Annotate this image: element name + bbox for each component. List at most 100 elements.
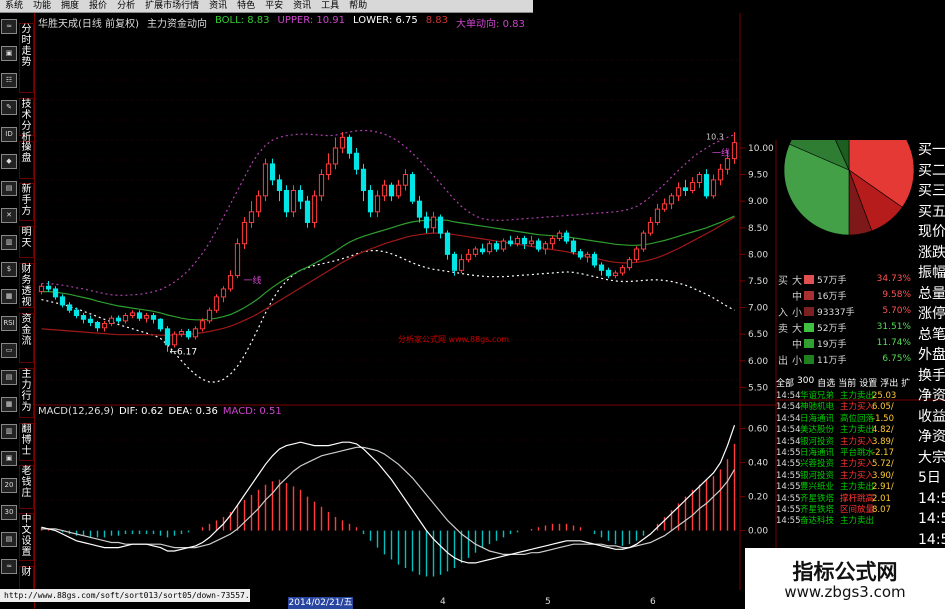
monitor-tab-4[interactable]: 设置: [859, 376, 877, 390]
candle-body: [451, 253, 458, 271]
candle-body: [661, 203, 668, 210]
monitor-tab-6[interactable]: 扩: [901, 376, 910, 390]
trade-row[interactable]: 14:55 日海通讯 平台跳水 -2.17: [776, 448, 921, 459]
candle-body: [542, 243, 549, 250]
candle-body: [703, 174, 710, 197]
quote-label-16: 5日: [918, 470, 941, 486]
quote-label-10: 外盘: [918, 347, 945, 363]
high-price-label: 10.3: [706, 132, 724, 141]
flow-percent: 9.58%: [882, 290, 911, 300]
trade-stock: 日海通讯: [800, 413, 835, 424]
trade-action: 平台跳水: [840, 447, 875, 458]
trade-time: 14:55: [776, 482, 801, 493]
candle-body: [556, 232, 563, 239]
candle-body: [388, 184, 395, 197]
trade-row[interactable]: 14:55 兴蓉投资 主力买入 5.72/: [776, 459, 921, 470]
candle-body: [444, 232, 451, 255]
quote-label-17: 14:5: [918, 490, 945, 507]
monitor-tab-0[interactable]: 全部: [776, 376, 794, 390]
candle-body: [367, 190, 374, 213]
dif-line: [41, 425, 736, 564]
macd-title-bar: MACD(12,26,9) DIF: 0.62 DEA: 0.36 MACD: …: [38, 406, 282, 420]
price-tick-label: 7.50: [748, 277, 768, 287]
boll-value: BOLL: 8.83: [214, 15, 270, 26]
money-flow-row: 中 19万手 11.74%: [776, 336, 914, 351]
candle-body: [129, 312, 136, 317]
trade-row[interactable]: 14:55 银河投资 主力买入 3.90/: [776, 471, 921, 482]
candle-body: [717, 168, 724, 181]
candle-body: [633, 248, 640, 261]
monitor-tab-2[interactable]: 自选: [817, 376, 835, 390]
candle-body: [689, 182, 696, 192]
trade-row[interactable]: 14:55 豊兴纸业 主力卖出 2.91/: [776, 482, 921, 493]
candle-body: [346, 136, 353, 154]
candle-body: [647, 221, 654, 234]
trade-action: 主力卖出: [840, 425, 875, 436]
trade-value: 6.05/: [872, 402, 894, 413]
trade-row[interactable]: 14:54 美达股份 主力卖出 4.82/: [776, 425, 921, 436]
candle-body: [297, 190, 304, 202]
candle-body: [227, 275, 234, 290]
flow-percent: 34.73%: [876, 274, 911, 284]
trade-row[interactable]: 14:54 神驰机电 主力买入 6.05/: [776, 402, 921, 413]
trade-action: 主力买入: [840, 459, 875, 470]
dea-value: DEA: 0.36: [168, 406, 218, 417]
flow-size-label: 中: [792, 291, 802, 303]
flow-size-label: 中: [792, 339, 802, 351]
flow-color-swatch: [804, 322, 814, 332]
candle-body: [276, 179, 283, 192]
candle-body: [38, 285, 45, 293]
x-tick-label: 6: [650, 597, 656, 607]
trade-row[interactable]: 14:55 奋达科技 主力卖出: [776, 516, 921, 527]
trade-row[interactable]: 14:55 齐星铁塔 区间放量 8.07: [776, 505, 921, 516]
candle-body: [143, 315, 150, 319]
candle-body: [416, 200, 423, 218]
quote-label-14: 净资: [918, 429, 945, 445]
monitor-tabs: 全部 300 自选 当前 设置 浮出扩: [776, 376, 916, 390]
price-tick-label: 6.50: [748, 330, 768, 340]
trade-row[interactable]: 14:55 齐星铁塔 撑杆跳高 2.01: [776, 494, 921, 505]
trade-stock: 兴蓉投资: [800, 459, 835, 470]
trade-stock: 日海通讯: [800, 447, 835, 458]
candle-body: [178, 331, 185, 335]
flow-side-label: 出: [778, 355, 788, 367]
watermark-title: 指标公式网: [792, 560, 898, 584]
quote-label-0: 买一: [918, 142, 945, 158]
flow-color-swatch: [804, 274, 814, 284]
trade-row[interactable]: 14:54 华谊兄弟 主力卖出 25.03: [776, 391, 921, 402]
line-mark-label: 一线: [244, 275, 262, 287]
candle-body: [710, 179, 717, 197]
flow-side-label: 入: [778, 307, 788, 319]
watermark-url: www.zbgs3.com: [784, 583, 906, 601]
monitor-tab-3[interactable]: 当前: [838, 376, 856, 390]
quote-label-19: 14:5: [918, 531, 945, 548]
candle-body: [500, 240, 507, 250]
macd-value: MACD: 0.51: [222, 406, 282, 417]
trade-value: [872, 516, 910, 527]
candle-body: [122, 315, 129, 322]
candle-body: [52, 288, 59, 298]
stock-name: 华胜天成(日线 前复权): [38, 19, 139, 30]
trade-time: 14:55: [776, 470, 801, 481]
monitor-tab-1[interactable]: 300: [797, 376, 814, 390]
upper-band-line: [41, 129, 735, 296]
candle-body: [262, 163, 269, 197]
candle-body: [220, 288, 227, 298]
trade-action: 区间放量: [840, 504, 875, 515]
price-tick-label: 8.00: [748, 250, 768, 260]
quote-label-18: 14:5: [918, 511, 945, 527]
trade-time: 14:55: [776, 516, 801, 527]
candle-body: [472, 248, 479, 255]
monitor-tab-5[interactable]: 浮出: [880, 376, 898, 390]
candle-body: [171, 333, 178, 346]
candle-body: [213, 296, 220, 311]
trade-row[interactable]: 14:54 银河投资 主力买入 3.89/: [776, 437, 921, 448]
candle-body: [59, 296, 66, 306]
lower-value: LOWER: 6.75: [353, 15, 418, 26]
trade-row[interactable]: 14:54 日海通讯 高位回落 -1.50: [776, 414, 921, 425]
trade-action: 高位回落: [840, 413, 875, 424]
trade-time: 14:55: [776, 504, 801, 515]
trade-value: 3.90/: [872, 470, 894, 481]
flow-color-swatch: [804, 338, 814, 348]
quote-label-3: 买五: [918, 203, 945, 220]
